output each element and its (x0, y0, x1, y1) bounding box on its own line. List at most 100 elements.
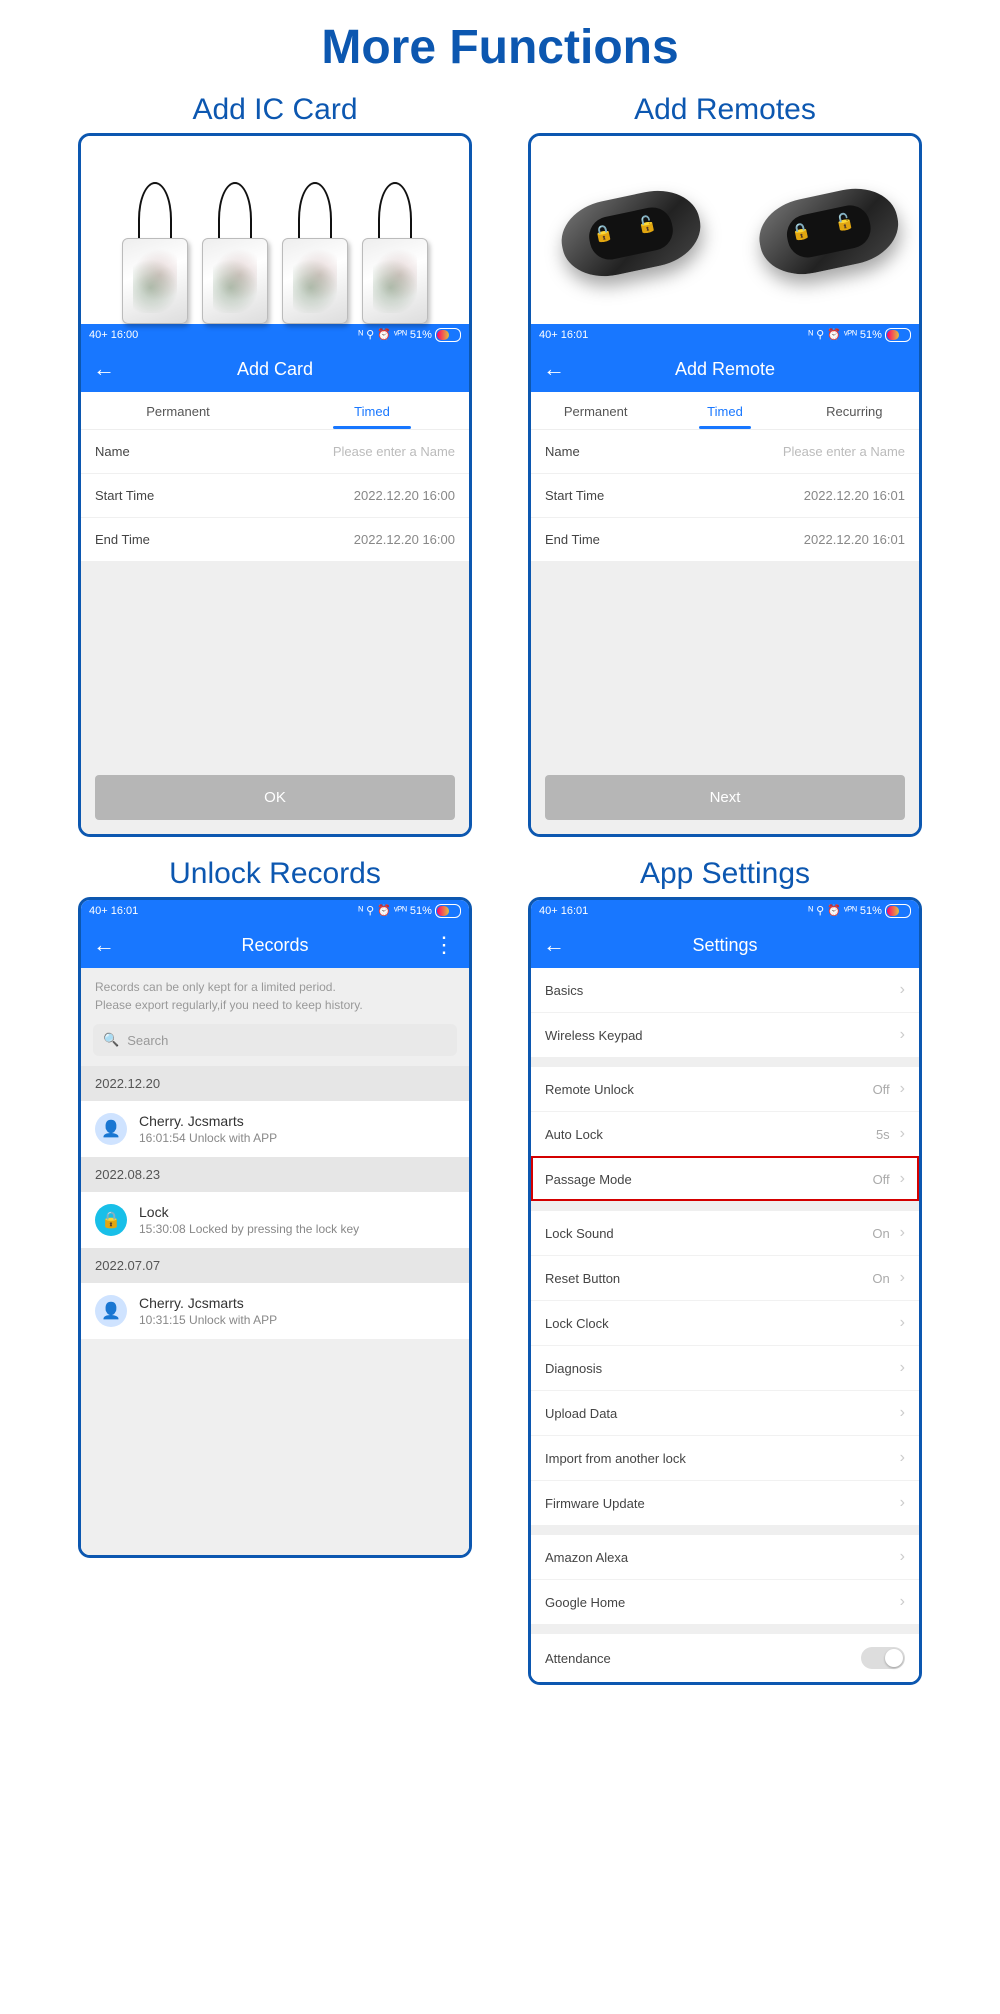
record-detail: 10:31:15 Unlock with APP (139, 1313, 277, 1327)
chevron-right-icon: › (900, 1494, 905, 1512)
chevron-right-icon: › (900, 1170, 905, 1188)
date-header: 2022.08.23 (81, 1157, 469, 1192)
keyfob-icon (199, 182, 271, 324)
toggle-switch[interactable] (861, 1647, 905, 1669)
settings-row[interactable]: Google Home› (531, 1579, 919, 1624)
back-button[interactable]: ← (543, 932, 567, 958)
status-time: 40+ 16:00 (89, 329, 138, 341)
record-item[interactable]: 👤Cherry. Jcsmarts16:01:54 Unlock with AP… (81, 1101, 469, 1157)
name-input[interactable]: Please enter a Name (333, 444, 455, 459)
chevron-right-icon: › (900, 1359, 905, 1377)
settings-row[interactable]: Basics› (531, 968, 919, 1012)
settings-row[interactable]: Attendance (531, 1634, 919, 1682)
settings-row[interactable]: Auto Lock5s› (531, 1111, 919, 1156)
lock-icon: 🔒 (95, 1204, 127, 1236)
settings-row[interactable]: Wireless Keypad› (531, 1012, 919, 1057)
settings-value: Off (873, 1082, 890, 1097)
settings-row[interactable]: Lock Clock› (531, 1300, 919, 1345)
settings-row[interactable]: Import from another lock› (531, 1435, 919, 1480)
settings-row[interactable]: Reset ButtonOn› (531, 1255, 919, 1300)
back-button[interactable]: ← (93, 932, 117, 958)
name-label: Name (545, 444, 580, 459)
record-item[interactable]: 👤Cherry. Jcsmarts10:31:15 Unlock with AP… (81, 1283, 469, 1339)
tab-permanent[interactable]: Permanent (81, 392, 275, 429)
record-name: Lock (139, 1204, 359, 1220)
tab-permanent[interactable]: Permanent (531, 392, 660, 429)
settings-label: Import from another lock (545, 1451, 686, 1466)
settings-row[interactable]: Firmware Update › (531, 1480, 919, 1525)
chevron-right-icon: › (900, 1125, 905, 1143)
date-header: 2022.12.20 (81, 1066, 469, 1101)
keyfob-icon (119, 182, 191, 324)
phone-records: 40+ 16:01 ᴺ ⚲ ⏰ ᵛᴾᴺ 51% ← Records ⋮ Reco… (78, 897, 472, 1558)
status-icons: ᴺ ⚲ ⏰ ᵛᴾᴺ 51% (808, 328, 911, 342)
battery-icon (435, 328, 461, 342)
more-menu-icon[interactable]: ⋮ (433, 934, 455, 956)
appbar-title: Settings (531, 935, 919, 956)
name-row[interactable]: Name Please enter a Name (81, 430, 469, 473)
tab-timed[interactable]: Timed (660, 392, 789, 429)
record-item[interactable]: 🔒 Lock 15:30:08 Locked by pressing the loc… (81, 1192, 469, 1248)
tab-recurring[interactable]: Recurring (790, 392, 919, 429)
settings-label: Wireless Keypad (545, 1028, 643, 1043)
settings-row[interactable]: Upload Data› (531, 1390, 919, 1435)
record-detail: 15:30:08 Locked by pressing the lock key (139, 1222, 359, 1236)
back-button[interactable]: ← (93, 356, 117, 382)
start-time-row[interactable]: Start Time 2022.12.20 16:01 (531, 473, 919, 517)
battery-icon (435, 904, 461, 918)
start-time-label: Start Time (545, 488, 604, 503)
settings-row[interactable]: Lock SoundOn› (531, 1211, 919, 1255)
avatar-icon: 👤 (95, 1113, 127, 1145)
settings-label: Firmware Update (545, 1496, 645, 1511)
end-time-row[interactable]: End Time 2022.12.20 16:00 (81, 517, 469, 561)
settings-label: Diagnosis (545, 1361, 602, 1376)
keyfob-icon (359, 182, 431, 324)
next-button[interactable]: Next (545, 775, 905, 820)
search-placeholder: Search (127, 1033, 168, 1048)
status-bar: 40+ 16:01 ᴺ ⚲ ⏰ ᵛᴾᴺ 51% (531, 324, 919, 346)
ok-button[interactable]: OK (95, 775, 455, 820)
records-hint: Records can be only kept for a limited p… (81, 968, 469, 1020)
heading-remotes: Add Remotes (634, 93, 816, 127)
tab-timed[interactable]: Timed (275, 392, 469, 429)
search-input[interactable]: 🔍 Search (93, 1024, 457, 1056)
status-bar: 40+ 16:01 ᴺ ⚲ ⏰ ᵛᴾᴺ 51% (531, 900, 919, 922)
date-header: 2022.07.07 (81, 1248, 469, 1283)
settings-row[interactable]: Remote UnlockOff› (531, 1067, 919, 1111)
back-button[interactable]: ← (543, 356, 567, 382)
chevron-right-icon: › (900, 1404, 905, 1422)
appbar-title: Records (81, 935, 469, 956)
heading-settings: App Settings (640, 857, 810, 891)
appbar-title: Add Remote (531, 359, 919, 380)
start-time-value: 2022.12.20 16:00 (354, 488, 455, 503)
name-input[interactable]: Please enter a Name (783, 444, 905, 459)
tabs: Permanent Timed (81, 392, 469, 430)
chevron-right-icon: › (900, 1224, 905, 1242)
end-time-label: End Time (545, 532, 600, 547)
settings-row[interactable]: Amazon Alexa› (531, 1535, 919, 1579)
status-time: 40+ 16:01 (89, 905, 138, 917)
settings-label: Amazon Alexa (545, 1550, 628, 1565)
name-label: Name (95, 444, 130, 459)
chevron-right-icon: › (900, 1080, 905, 1098)
start-time-row[interactable]: Start Time 2022.12.20 16:00 (81, 473, 469, 517)
settings-label: Lock Clock (545, 1316, 609, 1331)
name-row[interactable]: Name Please enter a Name (531, 430, 919, 473)
settings-label: Passage Mode (545, 1172, 632, 1187)
tabs: Permanent Timed Recurring (531, 392, 919, 430)
settings-value: On (872, 1226, 889, 1241)
remote-fob-icon (555, 182, 708, 284)
settings-row[interactable]: Diagnosis › (531, 1345, 919, 1390)
keyfob-icon (279, 182, 351, 324)
end-time-value: 2022.12.20 16:01 (804, 532, 905, 547)
chevron-right-icon: › (900, 1269, 905, 1287)
record-name: Cherry. Jcsmarts (139, 1113, 277, 1129)
chevron-right-icon: › (900, 1593, 905, 1611)
settings-label: Basics (545, 983, 583, 998)
settings-row[interactable]: Passage ModeOff› (531, 1156, 919, 1201)
ic-card-product-image (81, 136, 469, 324)
status-icons: ᴺ ⚲ ⏰ ᵛᴾᴺ 51% (358, 328, 461, 342)
end-time-row[interactable]: End Time 2022.12.20 16:01 (531, 517, 919, 561)
settings-label: Reset Button (545, 1271, 620, 1286)
heading-ic-card: Add IC Card (192, 93, 357, 127)
